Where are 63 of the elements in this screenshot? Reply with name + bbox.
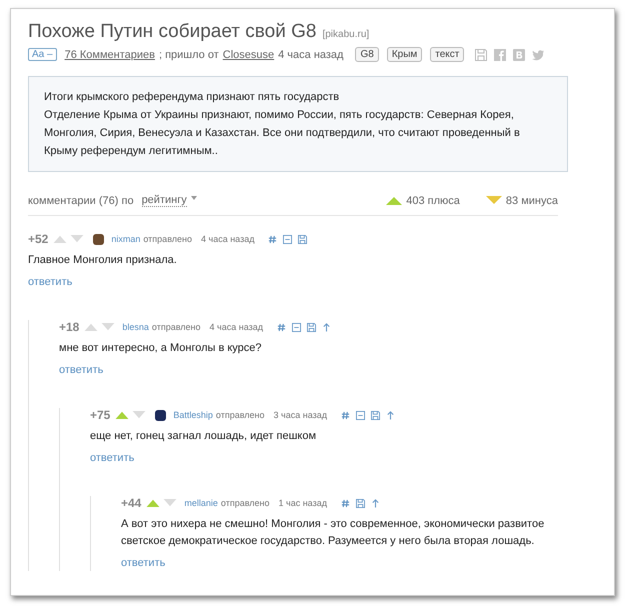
caret-icon[interactable] [190,196,197,200]
author-link[interactable]: blesna [122,322,149,332]
author-link[interactable]: nixman [111,234,140,244]
reply-link[interactable]: ответить [121,557,166,569]
plus-triangle-icon [386,196,402,205]
font-size-button[interactable]: Aa – [28,48,57,61]
save-icon[interactable] [370,410,380,420]
comment-text: Главное Монголия признала. [28,253,178,268]
comments-link[interactable]: 76 Комментариев [64,48,155,60]
author-link[interactable]: mellanie [184,498,218,508]
comment-rating: +75 [90,408,110,422]
save-icon[interactable] [475,48,488,60]
minus-triangle-icon [486,196,502,205]
vk-icon[interactable] [513,48,526,60]
collapse-icon[interactable] [292,322,301,332]
comment-text: А вот это нихера не смешно! Монголия - это современное, экономически развитое светское демократическое государство. Разумеется у него была вторая лошадь. [121,517,546,549]
tag-button[interactable]: G8 [355,47,379,62]
tag-button[interactable]: текст [430,47,464,62]
author-link[interactable]: Battleship [173,410,213,420]
sent-label: отправлено [220,498,270,508]
comment-rating: +18 [59,320,80,334]
author-link[interactable]: Closesuse [222,48,274,60]
post-time: 4 часа назад [278,48,344,60]
sent-label: отправлено [143,234,192,244]
reply-link[interactable]: ответить [28,276,72,288]
upvote-icon[interactable] [146,499,160,507]
quote-text: Итоги крымского референдума признают пять государств [44,90,340,105]
save-icon[interactable] [298,234,308,244]
comment-time: 4 часа назад [201,234,254,244]
hash-icon[interactable] [276,322,286,332]
hash-icon[interactable] [340,498,350,508]
quote-text: Отделение Крыма от Украины признают, помимо России, пять государств: Северная Корея, Монголия, Сирия, Венесуэла и Казахстан. Все они подтвердили, что считают проведенный в Крыму референдум легитимным.. [44,108,521,159]
save-icon[interactable] [306,322,316,332]
parent-arrow-icon[interactable] [322,322,331,332]
comment-text: еще нет, гонец загнал лошадь, идет пешком [90,429,318,444]
reply-link[interactable]: ответить [59,364,104,376]
comment-time: 4 часа назад [210,322,263,332]
sort-dropdown[interactable]: рейтингу [142,194,187,207]
comment-text: мне вот интересно, а Монголы в курсе? [59,341,263,356]
facebook-icon[interactable] [494,48,506,60]
tag-button[interactable]: Крым [386,47,422,62]
comment-rating: +44 [121,496,142,510]
collapse-icon[interactable] [356,410,365,420]
bird-icon[interactable] [532,48,544,60]
comments-count-label: комментарии (76) по [28,194,134,206]
pluses-count: 403 плюса [406,194,460,206]
parent-arrow-icon[interactable] [386,410,395,420]
comment-time: 1 час назад [278,498,327,508]
comment-time: 3 часа назад [274,410,327,420]
sent-label: отправлено [152,322,201,332]
collapse-icon[interactable] [283,234,292,244]
minuses-count: 83 минуса [506,194,558,206]
parent-arrow-icon[interactable] [370,498,380,508]
save-icon[interactable] [356,498,365,508]
reply-link[interactable]: ответить [90,452,134,464]
upvote-icon[interactable] [115,411,130,419]
came-from-label: ; пришло от [158,48,219,60]
post-title[interactable]: Похоже Путин собирает свой G8 [28,21,316,43]
comment-rating: +52 [28,232,48,246]
source-label: [pikabu.ru] [322,29,370,40]
sent-label: отправлено [216,410,265,420]
hash-icon[interactable] [340,410,350,420]
hash-icon[interactable] [268,234,278,244]
